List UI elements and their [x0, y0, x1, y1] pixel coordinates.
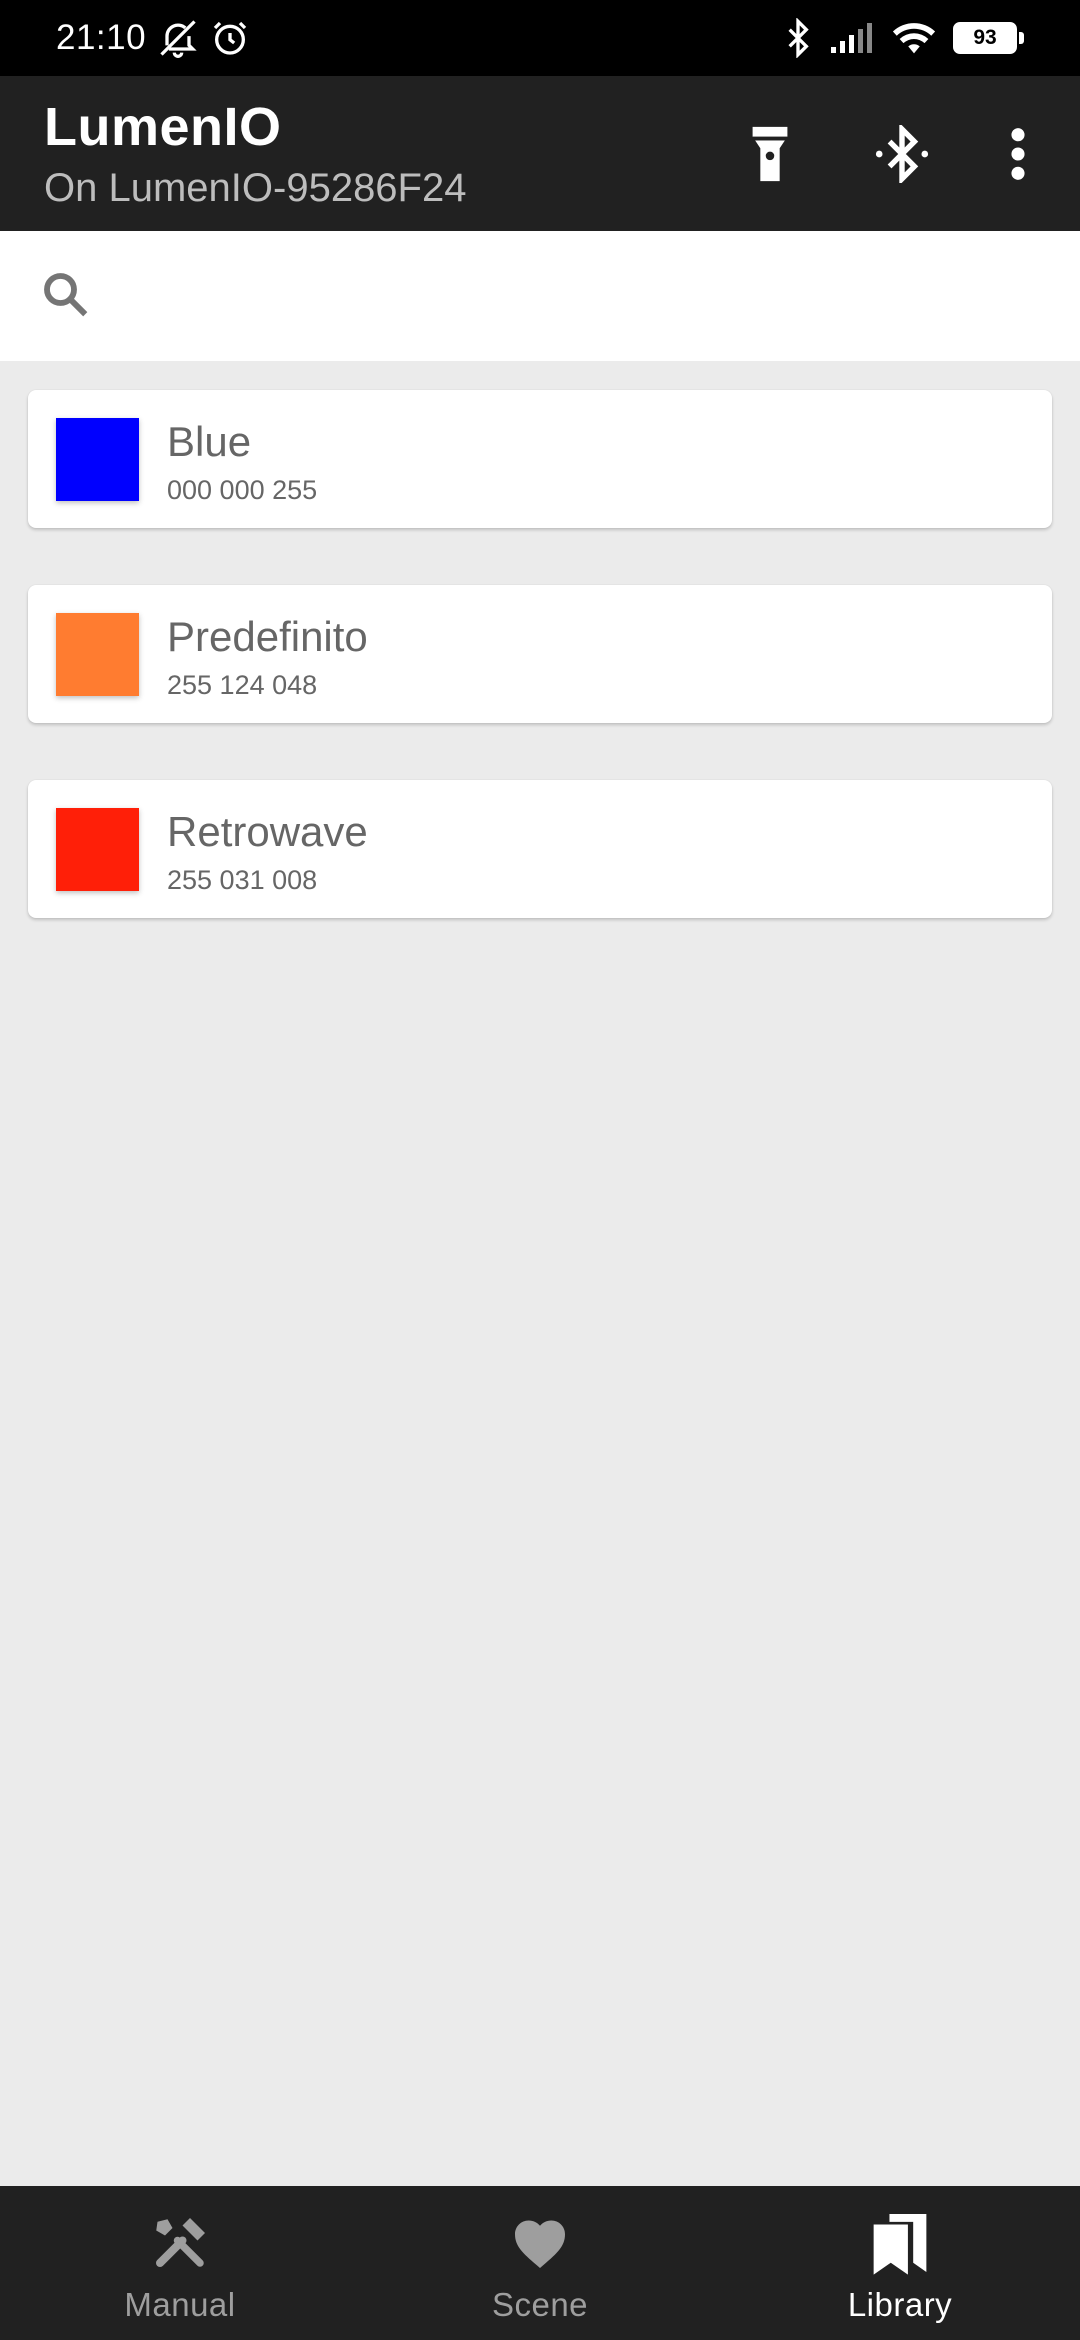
battery-icon: 93 [953, 22, 1024, 54]
tools-icon [150, 2210, 210, 2276]
status-time: 21:10 [56, 18, 147, 57]
heart-icon [510, 2210, 570, 2276]
color-rgb-value: 000 000 255 [167, 475, 318, 505]
bluetooth-button[interactable] [866, 118, 938, 190]
nav-item-manual[interactable]: Manual [0, 2186, 360, 2340]
color-card-blue[interactable]: Blue 000 000 255 [28, 390, 1052, 528]
nav-label-library: Library [847, 2286, 953, 2323]
color-name: Retrowave [167, 808, 368, 855]
signal-icon [829, 21, 875, 55]
color-card-retrowave[interactable]: Retrowave 255 031 008 [28, 780, 1052, 918]
nav-item-scene[interactable]: Scene [360, 2186, 720, 2340]
color-name: Blue [167, 418, 252, 465]
color-rgb-value: 255 124 048 [167, 670, 318, 700]
color-name: Predefinito [167, 613, 368, 660]
flashlight-button[interactable] [734, 118, 806, 190]
battery-level: 93 [953, 22, 1017, 54]
wifi-icon [891, 20, 937, 56]
device-subtitle: On LumenIO-95286F24 [44, 166, 467, 210]
bluetooth-status-icon [783, 18, 813, 58]
search-icon[interactable] [38, 267, 92, 326]
color-rgb-value: 255 031 008 [167, 865, 318, 895]
color-swatch [56, 418, 139, 501]
search-bar [0, 231, 1080, 361]
bottom-navigation: Manual Scene Library [0, 2186, 1080, 2340]
notifications-off-icon [156, 16, 200, 60]
search-input[interactable] [116, 273, 1016, 319]
color-swatch [56, 613, 139, 696]
nav-label-scene: Scene [491, 2286, 589, 2323]
nav-item-library[interactable]: Library [720, 2186, 1080, 2340]
nav-label-manual: Manual [124, 2286, 236, 2323]
color-swatch [56, 808, 139, 891]
alarm-icon [210, 18, 250, 58]
app-title: LumenIO [44, 97, 282, 157]
flashlight-icon [752, 126, 788, 182]
color-library-list: Blue 000 000 255 Predefinito 255 124 048… [28, 390, 1052, 975]
library-icon [871, 2210, 929, 2276]
bluetooth-connect-icon [875, 125, 929, 183]
more-vert-icon [1011, 128, 1025, 180]
color-card-predefinito[interactable]: Predefinito 255 124 048 [28, 585, 1052, 723]
overflow-menu-button[interactable] [982, 118, 1054, 190]
app-bar: LumenIO On LumenIO-95286F24 [0, 76, 1080, 231]
status-bar: 21:10 93 [0, 0, 1080, 76]
